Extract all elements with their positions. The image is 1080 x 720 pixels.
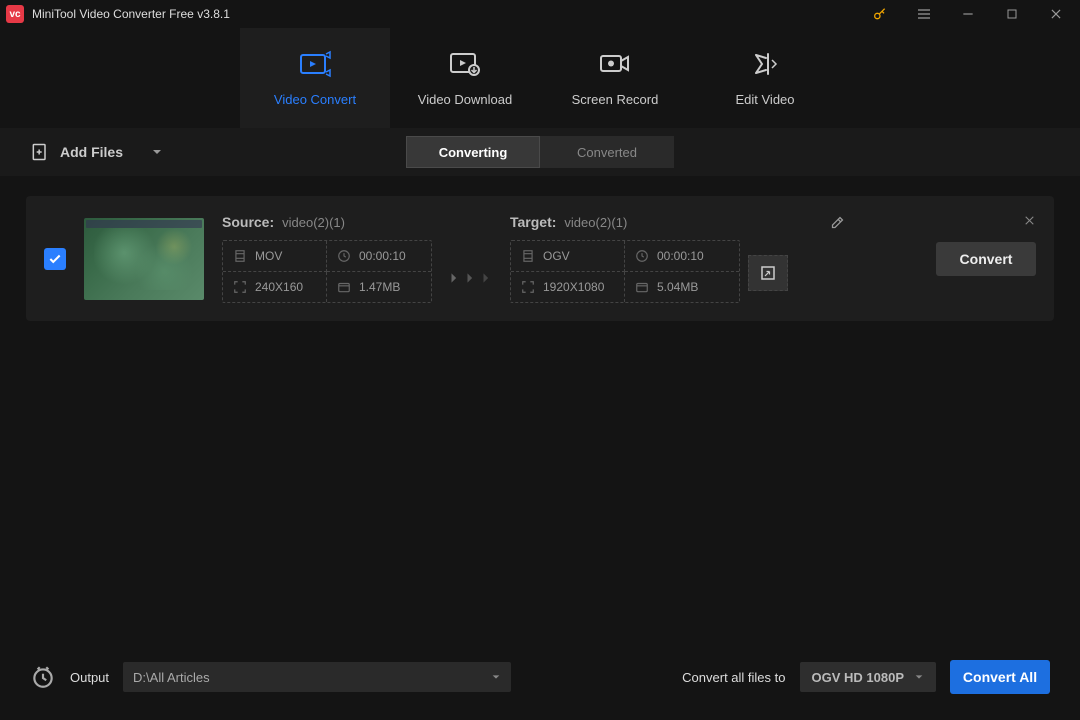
resolution-icon — [521, 280, 535, 294]
output-path-select[interactable]: D:\All Articles — [123, 662, 511, 692]
convert-all-label: Convert all files to — [682, 670, 785, 685]
download-icon — [448, 50, 482, 78]
source-duration: 00:00:10 — [327, 241, 431, 272]
target-duration: 00:00:10 — [625, 241, 739, 272]
tab-edit-video[interactable]: Edit Video — [690, 28, 840, 128]
key-icon[interactable] — [862, 0, 898, 28]
tab-label: Edit Video — [735, 92, 794, 107]
tab-label: Video Convert — [274, 92, 356, 107]
target-settings-button[interactable] — [748, 255, 788, 291]
tab-label: Screen Record — [572, 92, 659, 107]
chevron-down-icon — [491, 672, 501, 682]
content-area: Source: video(2)(1) MOV 00:00:10 240X160 — [0, 176, 1080, 634]
chevron-down-icon — [914, 672, 924, 682]
format-icon — [521, 249, 535, 263]
tab-video-download[interactable]: Video Download — [390, 28, 540, 128]
remove-item-icon[interactable] — [1023, 214, 1036, 230]
output-label: Output — [70, 670, 109, 685]
clock-icon — [635, 249, 649, 263]
output-path-value: D:\All Articles — [133, 670, 210, 685]
record-icon — [598, 50, 632, 78]
app-logo: vc — [6, 5, 24, 23]
tab-video-convert[interactable]: Video Convert — [240, 28, 390, 128]
target-label: Target: — [510, 214, 556, 230]
toolbar: Add Files Converting Converted — [0, 128, 1080, 176]
video-thumbnail[interactable] — [84, 218, 204, 300]
convert-icon — [298, 50, 332, 78]
menu-icon[interactable] — [906, 0, 942, 28]
tab-label: Video Download — [418, 92, 512, 107]
bottom-bar: Output D:\All Articles Convert all files… — [0, 634, 1080, 720]
source-resolution: 240X160 — [223, 272, 327, 302]
chevron-down-icon[interactable] — [151, 146, 163, 158]
convert-button[interactable]: Convert — [936, 242, 1036, 276]
target-size: 5.04MB — [625, 272, 739, 302]
edit-video-icon — [750, 50, 780, 78]
edit-icon[interactable] — [830, 215, 845, 235]
output-format-value: OGV HD 1080P — [812, 670, 905, 685]
maximize-icon[interactable] — [994, 0, 1030, 28]
subtab-converted[interactable]: Converted — [540, 136, 674, 168]
filesize-icon — [337, 280, 351, 294]
output-format-select[interactable]: OGV HD 1080P — [800, 662, 937, 692]
target-format: OGV — [511, 241, 625, 272]
subtabs: Converting Converted — [406, 136, 674, 168]
clock-icon — [337, 249, 351, 263]
source-filename: video(2)(1) — [282, 215, 345, 230]
source-info: Source: video(2)(1) MOV 00:00:10 240X160 — [222, 214, 432, 303]
window-title: MiniTool Video Converter Free v3.8.1 — [32, 7, 230, 21]
target-filename: video(2)(1) — [564, 215, 627, 230]
resolution-icon — [233, 280, 247, 294]
tab-screen-record[interactable]: Screen Record — [540, 28, 690, 128]
item-checkbox[interactable] — [44, 248, 66, 270]
arrow-icon — [448, 271, 494, 303]
history-icon[interactable] — [30, 664, 56, 690]
target-info: Target: video(2)(1) OGV 00:00:10 — [510, 214, 788, 303]
add-files-button[interactable]: Add Files — [30, 142, 163, 162]
target-resolution: 1920X1080 — [511, 272, 625, 302]
format-icon — [233, 249, 247, 263]
filesize-icon — [635, 280, 649, 294]
add-files-label: Add Files — [60, 144, 123, 160]
main-tabs: Video Convert Video Download Screen Reco… — [0, 28, 1080, 128]
conversion-item: Source: video(2)(1) MOV 00:00:10 240X160 — [26, 196, 1054, 321]
source-size: 1.47MB — [327, 272, 431, 302]
source-format: MOV — [223, 241, 327, 272]
subtab-converting[interactable]: Converting — [406, 136, 540, 168]
add-file-icon — [30, 142, 50, 162]
close-icon[interactable] — [1038, 0, 1074, 28]
titlebar: vc MiniTool Video Converter Free v3.8.1 — [0, 0, 1080, 28]
minimize-icon[interactable] — [950, 0, 986, 28]
source-label: Source: — [222, 214, 274, 230]
convert-all-button[interactable]: Convert All — [950, 660, 1050, 694]
